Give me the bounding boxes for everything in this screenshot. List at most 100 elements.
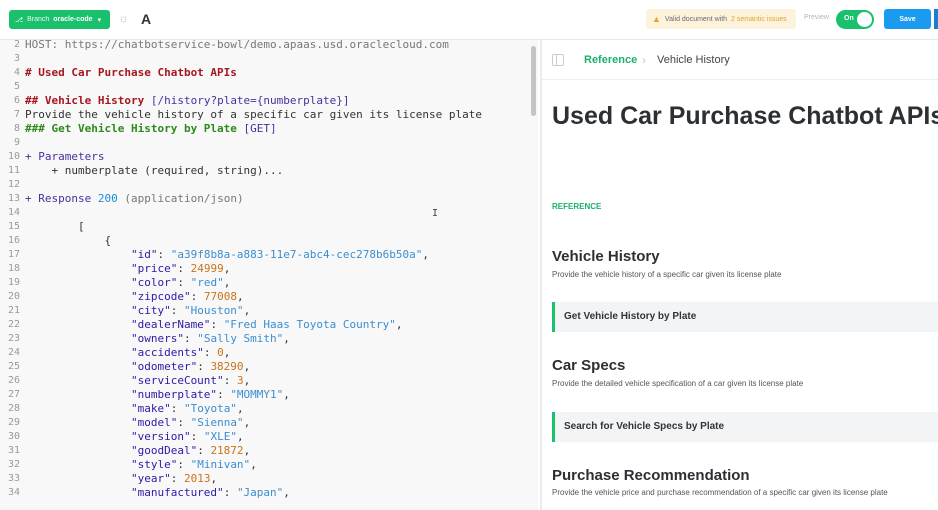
code-token: : — [197, 444, 211, 457]
code-line[interactable]: 2 HOST: https://chatbotservice-bowl/demo.… — [0, 40, 538, 52]
code-line[interactable]: 12 — [0, 178, 538, 192]
code-line[interactable]: 18 "price": 24999, — [0, 262, 538, 276]
action-search-vehicle-specs[interactable]: Search for Vehicle Specs by Plate — [552, 412, 938, 442]
code-line[interactable]: 11 + numberplate (required, string)... — [0, 164, 538, 178]
code-line[interactable]: 28 "make": "Toyota", — [0, 402, 538, 416]
line-number: 7 — [13, 109, 20, 120]
code-line[interactable]: 8 ### Get Vehicle History by Plate [GET] — [0, 122, 538, 136]
line-number: 31 — [7, 445, 20, 456]
code-line[interactable]: 20 "zipcode": 77008, — [0, 290, 538, 304]
breadcrumb-reference[interactable]: Reference — [584, 54, 637, 66]
code-line[interactable]: 16 { — [0, 234, 538, 248]
overflow-button-edge[interactable] — [934, 9, 938, 29]
code-token: : — [177, 262, 191, 275]
code-line[interactable]: 24 "accidents": 0, — [0, 346, 538, 360]
validation-status[interactable]: ▲ Valid document with 2 semantic issues — [646, 9, 796, 29]
line-number: 16 — [7, 235, 20, 246]
breadcrumb-current: Vehicle History — [657, 54, 730, 66]
line-number: 29 — [7, 417, 20, 428]
line-content: "goodDeal": 21872, — [25, 444, 250, 458]
code-line[interactable]: 34 "manufactured": "Japan", — [0, 486, 538, 500]
line-number: 9 — [13, 137, 20, 148]
code-token: "Japan" — [236, 486, 284, 499]
sidebar-toggle-icon[interactable] — [552, 54, 564, 66]
code-line[interactable]: 32 "style": "Minivan", — [0, 458, 538, 472]
code-line[interactable]: 26 "serviceCount": 3, — [0, 374, 538, 388]
code-line[interactable]: 14 — [0, 206, 538, 220]
code-token: "city" — [25, 304, 171, 317]
code-line[interactable]: 5 — [0, 80, 538, 94]
code-line[interactable]: 22 "dealerName": "Fred Haas Toyota Count… — [0, 318, 538, 332]
line-content: # Used Car Purchase Chatbot APIs — [25, 66, 237, 80]
code-line[interactable]: 27 "numberplate": "MOMMY1", — [0, 388, 538, 402]
save-button[interactable]: Save — [884, 9, 931, 29]
line-number: 5 — [13, 81, 20, 92]
code-token: : — [177, 276, 191, 289]
semantic-issues-link[interactable]: 2 semantic issues — [731, 16, 787, 23]
code-token: Provide the vehicle history of a specifi… — [25, 108, 482, 121]
resource-title-car-specs[interactable]: Car Specs — [552, 357, 625, 374]
code-line[interactable]: 33 "year": 2013, — [0, 472, 538, 486]
preview-label: Preview — [804, 14, 829, 21]
code-token: , — [223, 276, 231, 289]
line-number: 14 — [7, 207, 20, 218]
line-number: 27 — [7, 389, 20, 400]
line-content: "city": "Houston", — [25, 304, 250, 318]
code-line[interactable]: 23 "owners": "Sally Smith", — [0, 332, 538, 346]
code-token: "color" — [25, 276, 178, 289]
line-content: "version": "XLE", — [25, 430, 244, 444]
code-line[interactable]: 13 + Response 200 (application/json) — [0, 192, 538, 206]
resource-desc-vehicle-history: Provide the vehicle history of a specifi… — [552, 270, 782, 279]
line-number: 24 — [7, 347, 20, 358]
code-token: , — [243, 374, 251, 387]
line-number: 19 — [7, 277, 20, 288]
line-content: "odometer": 38290, — [25, 360, 250, 374]
code-line[interactable]: 7 Provide the vehicle history of a specif… — [0, 108, 538, 122]
resource-title-purchase-recommendation[interactable]: Purchase Recommendation — [552, 467, 750, 484]
code-editor[interactable]: 2 HOST: https://chatbotservice-bowl/demo.… — [0, 40, 538, 510]
top-toolbar: ⎇ Branch oracle-code ▾ ☼ A ▲ Valid docum… — [0, 0, 938, 40]
code-token: "manufactured" — [25, 486, 224, 499]
code-token: : — [223, 374, 237, 387]
line-content: "id": "a39f8b8a-a883-11e7-abc4-cec278b6b… — [25, 248, 429, 262]
code-token: "Sally Smith" — [197, 332, 284, 345]
code-line[interactable]: 29 "model": "Sienna", — [0, 416, 538, 430]
editor-scrollbar[interactable] — [531, 46, 536, 116]
code-token: "MOMMY1" — [230, 388, 284, 401]
code-token: 38290 — [210, 360, 244, 373]
code-token: , — [422, 248, 429, 261]
sun-icon[interactable]: ☼ — [117, 12, 130, 25]
code-token: : — [217, 388, 231, 401]
code-line[interactable]: 10 + Parameters — [0, 150, 538, 164]
code-line[interactable]: 15 [ — [0, 220, 538, 234]
code-token: "year" — [25, 472, 171, 485]
line-content: "serviceCount": 3, — [25, 374, 250, 388]
code-token: , — [243, 304, 251, 317]
line-number: 23 — [7, 333, 20, 344]
code-token: : — [170, 402, 184, 415]
preview-toggle[interactable]: On — [836, 10, 874, 29]
code-token: "accidents" — [25, 346, 204, 359]
code-line[interactable]: 21 "city": "Houston", — [0, 304, 538, 318]
code-line[interactable]: 31 "goodDeal": 21872, — [0, 444, 538, 458]
code-line[interactable]: 19 "color": "red", — [0, 276, 538, 290]
code-token: "owners" — [25, 332, 184, 345]
code-token: "goodDeal" — [25, 444, 198, 457]
code-line[interactable]: 6 ## Vehicle History [/history?plate={num… — [0, 94, 538, 108]
font-size-icon[interactable]: A — [141, 11, 151, 27]
code-line[interactable]: 30 "version": "XLE", — [0, 430, 538, 444]
resource-title-vehicle-history[interactable]: Vehicle History — [552, 248, 660, 265]
action-get-vehicle-history[interactable]: Get Vehicle History by Plate — [552, 302, 938, 332]
action-label: Search for Vehicle Specs by Plate — [564, 421, 725, 432]
line-content: "color": "red", — [25, 276, 230, 290]
code-line[interactable]: 3 — [0, 52, 538, 66]
code-line[interactable]: 4 # Used Car Purchase Chatbot APIs — [0, 66, 538, 80]
code-token: (application/json) — [117, 192, 244, 205]
code-line[interactable]: 25 "odometer": 38290, — [0, 360, 538, 374]
branch-dropdown-button[interactable]: ⎇ Branch oracle-code ▾ — [9, 10, 110, 29]
action-label: Get Vehicle History by Plate — [564, 311, 697, 322]
code-line[interactable]: 17 "id": "a39f8b8a-a883-11e7-abc4-cec278… — [0, 248, 538, 262]
branch-name: oracle-code — [53, 16, 93, 23]
code-line[interactable]: 9 — [0, 136, 538, 150]
code-token: "serviceCount" — [25, 374, 224, 387]
